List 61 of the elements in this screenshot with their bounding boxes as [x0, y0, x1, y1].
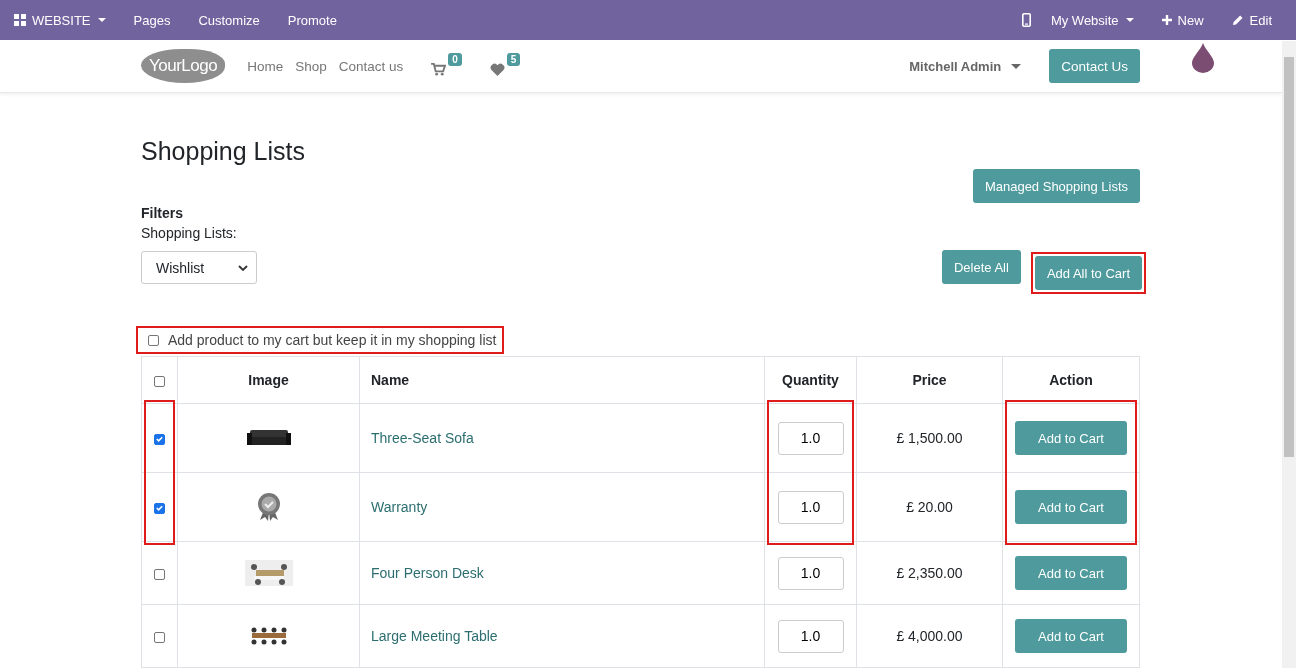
- nav-link[interactable]: Home: [247, 58, 284, 74]
- add-to-cart-button[interactable]: Add to Cart: [1015, 619, 1127, 653]
- app-menu[interactable]: WEBSITE: [14, 0, 120, 40]
- column-header: Price: [856, 356, 1003, 404]
- keep-option[interactable]: Add product to my cart but keep it in my shopping list: [136, 326, 505, 354]
- price-cell: £ 1,500.00: [856, 403, 1003, 473]
- product-link[interactable]: Four Person Desk: [371, 565, 484, 581]
- wishlist-link[interactable]: 5: [489, 56, 521, 76]
- contact-us-button[interactable]: Contact Us: [1049, 49, 1140, 83]
- row-checkbox[interactable]: [154, 502, 165, 514]
- price-cell: £ 4,000.00: [856, 604, 1003, 668]
- admin-menu-item[interactable]: Promote: [273, 0, 351, 40]
- edit-button[interactable]: Edit: [1217, 0, 1286, 40]
- cart-icon: [431, 62, 447, 76]
- heart-icon: [489, 62, 505, 76]
- add-to-cart-button[interactable]: Add to Cart: [1015, 556, 1127, 590]
- managed-lists-button[interactable]: Managed Shopping Lists: [972, 169, 1140, 203]
- drop-icon: [1192, 43, 1214, 73]
- product-link[interactable]: Three-Seat Sofa: [371, 430, 474, 446]
- row-checkbox[interactable]: [154, 568, 165, 580]
- add-all-button[interactable]: Add All to Cart: [1034, 256, 1142, 290]
- admin-menu-item[interactable]: Pages: [119, 0, 185, 40]
- add-to-cart-button[interactable]: Add to Cart: [1015, 490, 1127, 524]
- chevron-icon: [238, 264, 248, 271]
- nav-link[interactable]: Contact us: [338, 58, 404, 74]
- admin-menu-item[interactable]: Customize: [184, 0, 274, 40]
- quantity-field[interactable]: 1.0: [777, 490, 844, 524]
- logo[interactable]: YourLogo: [141, 49, 226, 83]
- cart-count: 0: [448, 52, 462, 66]
- nav-link[interactable]: Shop: [295, 58, 327, 74]
- scrollbar[interactable]: [1282, 41, 1296, 668]
- row-checkbox[interactable]: [154, 433, 165, 445]
- price-cell: £ 20.00: [856, 472, 1003, 542]
- filters-label: Filters: [141, 205, 184, 221]
- product-link[interactable]: Warranty: [371, 499, 428, 515]
- new-button[interactable]: New: [1147, 0, 1218, 40]
- quantity-field[interactable]: 1.0: [777, 619, 844, 653]
- column-header: Name: [359, 356, 765, 404]
- price-cell: £ 2,350.00: [856, 541, 1003, 605]
- add-to-cart-button[interactable]: Add to Cart: [1015, 421, 1127, 455]
- checkbox[interactable]: [148, 334, 159, 346]
- column-header: Image: [177, 356, 360, 404]
- delete-all-button[interactable]: Delete All: [941, 250, 1021, 284]
- list-label: Shopping Lists:: [141, 225, 238, 241]
- cart-link[interactable]: 0: [431, 56, 462, 76]
- user-menu[interactable]: Mitchell Admin: [909, 58, 1022, 74]
- pencil-icon: [1231, 14, 1244, 26]
- apps-icon: [14, 14, 26, 26]
- list-select[interactable]: Wishlist: [141, 251, 257, 284]
- row-checkbox[interactable]: [154, 631, 165, 643]
- column-header: Quantity: [764, 356, 857, 404]
- quantity-field[interactable]: 1.0: [777, 556, 844, 590]
- select-all-checkbox[interactable]: [154, 375, 165, 387]
- quantity-field[interactable]: 1.0: [777, 421, 844, 455]
- column-header: Action: [1002, 356, 1140, 404]
- website-menu[interactable]: My Website: [1036, 0, 1148, 40]
- page-title: Shopping Lists: [141, 137, 306, 167]
- plus-icon: [1161, 15, 1172, 25]
- mobile-icon[interactable]: [1021, 13, 1031, 27]
- wishlist-count: 5: [506, 52, 521, 66]
- product-link[interactable]: Large Meeting Table: [371, 628, 498, 644]
